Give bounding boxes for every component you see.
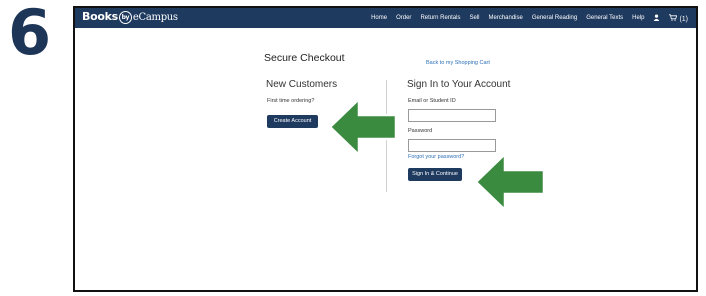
email-label: Email or Student ID — [408, 98, 456, 104]
back-to-cart-link[interactable]: Back to my Shopping Cart — [426, 60, 490, 66]
nav-item-merchandise[interactable]: Merchandise — [488, 15, 522, 21]
brand-by: by — [118, 10, 132, 24]
top-navbar: Books by eCampus Home Order Return Rentals… — [75, 8, 696, 28]
nav-item-general-texts[interactable]: General Texts — [586, 15, 623, 21]
page-title: Secure Checkout — [264, 52, 345, 64]
create-account-button[interactable]: Create Account — [267, 115, 318, 128]
sign-in-continue-button[interactable]: Sign In & Continue — [408, 168, 462, 181]
new-customers-heading: New Customers — [266, 79, 338, 90]
cart-count: (1) — [679, 15, 688, 23]
user-icon[interactable] — [653, 13, 660, 23]
cart-button[interactable]: (1) — [669, 13, 688, 23]
nav-item-sell[interactable]: Sell — [469, 15, 479, 21]
brand-ecampus: eCampus — [132, 12, 178, 23]
password-label: Password — [408, 128, 433, 134]
cart-icon — [669, 13, 678, 21]
nav-item-home[interactable]: Home — [371, 15, 387, 21]
nav-item-order[interactable]: Order — [396, 15, 411, 21]
brand-books: Books — [82, 10, 118, 23]
step-number: 6 — [8, 0, 52, 69]
nav-item-help[interactable]: Help — [632, 15, 644, 21]
nav-links: Home Order Return Rentals Sell Merchandi… — [371, 8, 688, 28]
brand-logo[interactable]: Books by eCampus — [82, 10, 178, 24]
arrow-left-icon-create — [328, 96, 398, 158]
screenshot-frame: Books by eCampus Home Order Return Rentals… — [73, 6, 698, 292]
sign-in-heading: Sign In to Your Account — [407, 79, 511, 90]
arrow-left-icon-signin — [474, 151, 546, 213]
first-time-prompt: First time ordering? — [267, 98, 315, 104]
email-field[interactable] — [408, 109, 496, 122]
nav-item-general-reading[interactable]: General Reading — [532, 15, 577, 21]
nav-item-return-rentals[interactable]: Return Rentals — [420, 15, 460, 21]
forgot-password-link[interactable]: Forgot your password? — [408, 154, 464, 160]
